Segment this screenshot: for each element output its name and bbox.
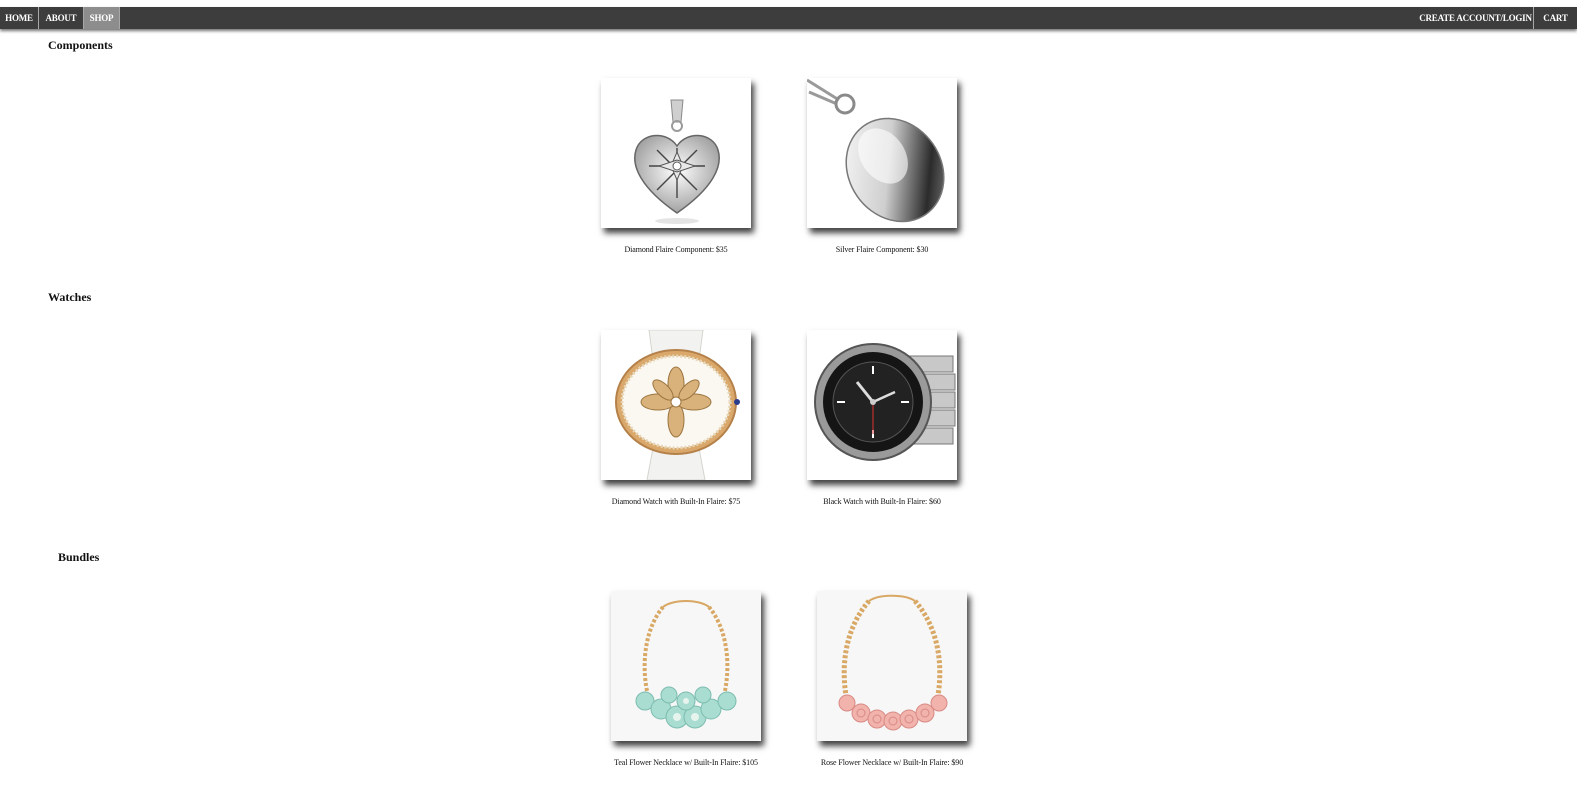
diamond-heart-locket-icon: [634, 99, 720, 224]
section-title-watches: Watches: [48, 290, 92, 304]
nav-cart-link[interactable]: CART: [1534, 7, 1577, 29]
product-caption[interactable]: Rose Flower Necklace w/ Built-In Flaire:…: [777, 758, 1007, 767]
silver-oval-locket-icon: [807, 78, 945, 223]
nav-shop-link[interactable]: SHOP: [84, 7, 119, 29]
section-title-components: Components: [48, 38, 113, 52]
product-image-diamond-flower-watch[interactable]: [601, 330, 751, 480]
teal-flower-necklace-icon: [611, 591, 761, 741]
product-caption[interactable]: Black Watch with Built-In Flaire: $60: [767, 497, 997, 506]
rose-flower-necklace-icon: [817, 591, 967, 741]
top-nav-bar: HOME ABOUT SHOP CREATE ACCOUNT/LOGIN CAR…: [0, 7, 1577, 29]
nav-divider: [119, 7, 120, 29]
nav-create-account-link[interactable]: CREATE ACCOUNT/LOGIN: [1418, 7, 1533, 29]
diamond-flower-watch-icon: [615, 330, 740, 480]
product-image-diamond-heart-locket[interactable]: [601, 78, 751, 228]
product-image-teal-flower-necklace[interactable]: [611, 591, 761, 741]
product-image-rose-flower-necklace[interactable]: [817, 591, 967, 741]
nav-about-link[interactable]: ABOUT: [39, 7, 83, 29]
product-caption[interactable]: Diamond Watch with Built-In Flaire: $75: [561, 497, 791, 506]
product-caption[interactable]: Teal Flower Necklace w/ Built-In Flaire:…: [571, 758, 801, 767]
section-title-bundles: Bundles: [58, 550, 100, 564]
product-caption[interactable]: Silver Flaire Component: $30: [767, 245, 997, 254]
black-steel-watch-icon: [814, 343, 956, 461]
product-caption[interactable]: Diamond Flaire Component: $35: [561, 245, 791, 254]
nav-home-link[interactable]: HOME: [0, 7, 38, 29]
product-image-silver-oval-locket[interactable]: [807, 78, 957, 228]
product-image-black-steel-watch[interactable]: [807, 330, 957, 480]
